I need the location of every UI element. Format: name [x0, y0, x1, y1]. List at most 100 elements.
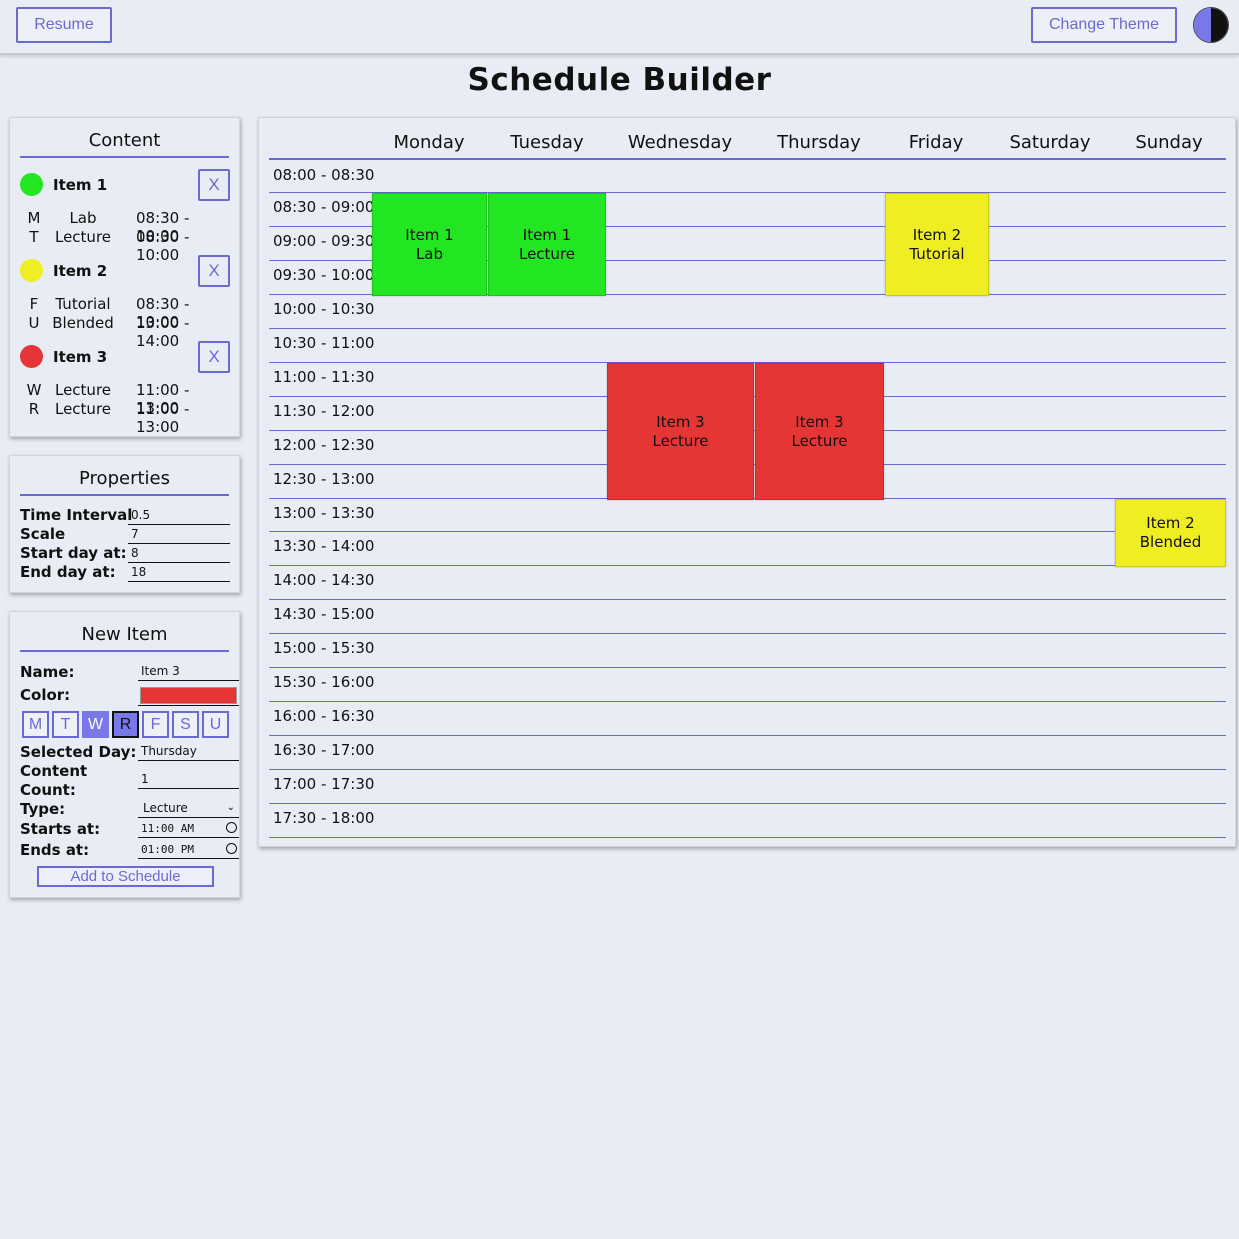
- time-slot-label: 09:30 - 10:00: [273, 266, 375, 284]
- row-divider: [269, 735, 1226, 736]
- block-item-type: Lab: [415, 244, 444, 263]
- scale-row: Scale 7: [20, 525, 230, 544]
- row-divider: [269, 565, 1226, 566]
- content-item-header: Item 3 X: [20, 341, 230, 373]
- color-underline: [138, 687, 239, 706]
- item-name: Item 1: [53, 176, 108, 194]
- row-divider: [269, 633, 1226, 634]
- time-slot-label: 16:30 - 17:00: [273, 741, 375, 759]
- day-toggle-m[interactable]: M: [22, 711, 49, 738]
- day-toggle-f[interactable]: F: [142, 711, 169, 738]
- name-input[interactable]: Item 3: [138, 664, 239, 681]
- content-count-label-line1: Content: [20, 762, 88, 780]
- time-slot-label: 09:00 - 09:30: [273, 232, 375, 250]
- start-day-input[interactable]: 8: [128, 544, 230, 563]
- starts-at-value: 11:00 AM: [141, 822, 194, 835]
- content-panel-title: Content: [20, 118, 229, 158]
- content-count-input[interactable]: 1: [138, 772, 239, 789]
- starts-at-input[interactable]: 11:00 AM: [138, 822, 239, 838]
- properties-panel-title: Properties: [20, 456, 229, 496]
- item-color-dot: [20, 173, 43, 196]
- time-slot-label: 14:00 - 14:30: [273, 571, 375, 589]
- end-day-row: End day at: 18: [20, 563, 230, 582]
- item-color-dot: [20, 259, 43, 282]
- block-item-name: Item 1: [522, 225, 572, 244]
- entry-type: Lecture: [54, 400, 112, 418]
- header-divider: [269, 158, 1226, 160]
- scale-input[interactable]: 7: [128, 525, 230, 544]
- content-entry: U Blended 13:00 - 14:00: [20, 314, 235, 350]
- top-bar: Resume Change Theme: [0, 0, 1239, 55]
- content-panel: Content Item 1 X M Lab 08:30 - 10:00 T Lecture…: [9, 117, 240, 437]
- remove-item-button[interactable]: X: [198, 255, 230, 287]
- schedule-block[interactable]: Item 2 Blended: [1115, 499, 1226, 567]
- item-name: Item 2: [53, 262, 108, 280]
- time-slot-label: 17:30 - 18:00: [273, 809, 375, 827]
- end-day-input[interactable]: 18: [128, 563, 230, 582]
- block-item-name: Item 3: [795, 412, 844, 431]
- time-slot-label: 13:30 - 14:00: [273, 537, 375, 555]
- time-interval-row: Time Interval 0.5: [20, 506, 230, 525]
- time-slot-label: 13:00 - 13:30: [273, 504, 375, 522]
- day-toggle-w[interactable]: W: [82, 711, 109, 738]
- item-color-dot: [20, 345, 43, 368]
- entry-day: M: [27, 209, 41, 227]
- day-toggle-r[interactable]: R: [112, 711, 139, 738]
- type-select-value: Lecture: [143, 801, 188, 815]
- block-item-type: Blended: [1139, 533, 1202, 551]
- block-item-type: Lecture: [518, 244, 576, 263]
- starts-at-label: Starts at:: [20, 820, 101, 838]
- entry-day: R: [28, 400, 40, 418]
- entry-day: W: [26, 381, 42, 399]
- change-theme-button[interactable]: Change Theme: [1031, 7, 1177, 43]
- start-day-label: Start day at:: [20, 544, 127, 562]
- row-divider: [269, 531, 1226, 532]
- time-interval-input[interactable]: 0.5: [128, 506, 230, 525]
- content-item-header: Item 2 X: [20, 255, 230, 287]
- remove-item-button[interactable]: X: [198, 169, 230, 201]
- entry-type: Blended: [52, 314, 114, 332]
- ends-at-input[interactable]: 01:00 PM: [138, 843, 239, 859]
- new-item-panel: New Item Name: Item 3 Color: MTWRFSU Sel…: [9, 611, 240, 898]
- time-slot-label: 10:00 - 10:30: [273, 300, 375, 318]
- time-slot-label: 15:00 - 15:30: [273, 639, 375, 657]
- remove-item-button[interactable]: X: [198, 341, 230, 373]
- content-entry: M Lab 08:30 - 10:00: [20, 209, 235, 245]
- schedule-block[interactable]: Item 3 Lecture: [755, 363, 884, 500]
- schedule-block[interactable]: Item 3 Lecture: [607, 363, 754, 500]
- row-divider: [269, 599, 1226, 600]
- add-to-schedule-button[interactable]: Add to Schedule: [37, 866, 214, 887]
- block-item-name: Item 3: [656, 412, 705, 431]
- item-name: Item 3: [53, 348, 108, 366]
- schedule-grid: Monday Tuesday Wednesday Thursday Friday Satu…: [258, 117, 1236, 847]
- schedule-block[interactable]: Item 1 Lecture: [488, 193, 606, 296]
- day-toggle-t[interactable]: T: [52, 711, 79, 738]
- clock-icon[interactable]: [226, 822, 237, 833]
- time-interval-label: Time Interval: [20, 506, 133, 524]
- properties-panel: Properties Time Interval 0.5 Scale 7 Sta…: [9, 455, 240, 593]
- day-header: Tuesday: [510, 132, 584, 153]
- type-select[interactable]: Lecture ⌄: [138, 801, 239, 818]
- block-item-type: Lecture: [652, 431, 709, 450]
- time-slot-label: 08:00 - 08:30: [273, 166, 375, 184]
- clock-icon[interactable]: [226, 843, 237, 854]
- time-slot-label: 11:30 - 12:00: [273, 402, 375, 420]
- day-header: Wednesday: [627, 132, 733, 153]
- row-divider: [269, 837, 1226, 838]
- day-header: Sunday: [1135, 132, 1203, 153]
- type-label: Type:: [20, 800, 66, 818]
- time-slot-label: 15:30 - 16:00: [273, 673, 375, 691]
- day-toggle-s[interactable]: S: [172, 711, 199, 738]
- row-divider: [269, 701, 1226, 702]
- time-slot-label: 11:00 - 11:30: [273, 368, 375, 386]
- day-toggle-u[interactable]: U: [202, 711, 229, 738]
- resume-button[interactable]: Resume: [16, 7, 112, 43]
- content-entry: T Lecture 08:30 - 10:00: [20, 228, 235, 264]
- schedule-block[interactable]: Item 2 Tutorial: [885, 193, 989, 296]
- start-day-row: Start day at: 8: [20, 544, 230, 563]
- selected-day-label: Selected Day:: [20, 743, 137, 761]
- theme-toggle-icon[interactable]: [1193, 7, 1229, 43]
- schedule-block[interactable]: Item 1 Lab: [372, 193, 487, 296]
- entry-day: F: [29, 295, 39, 313]
- ends-at-label: Ends at:: [20, 841, 90, 859]
